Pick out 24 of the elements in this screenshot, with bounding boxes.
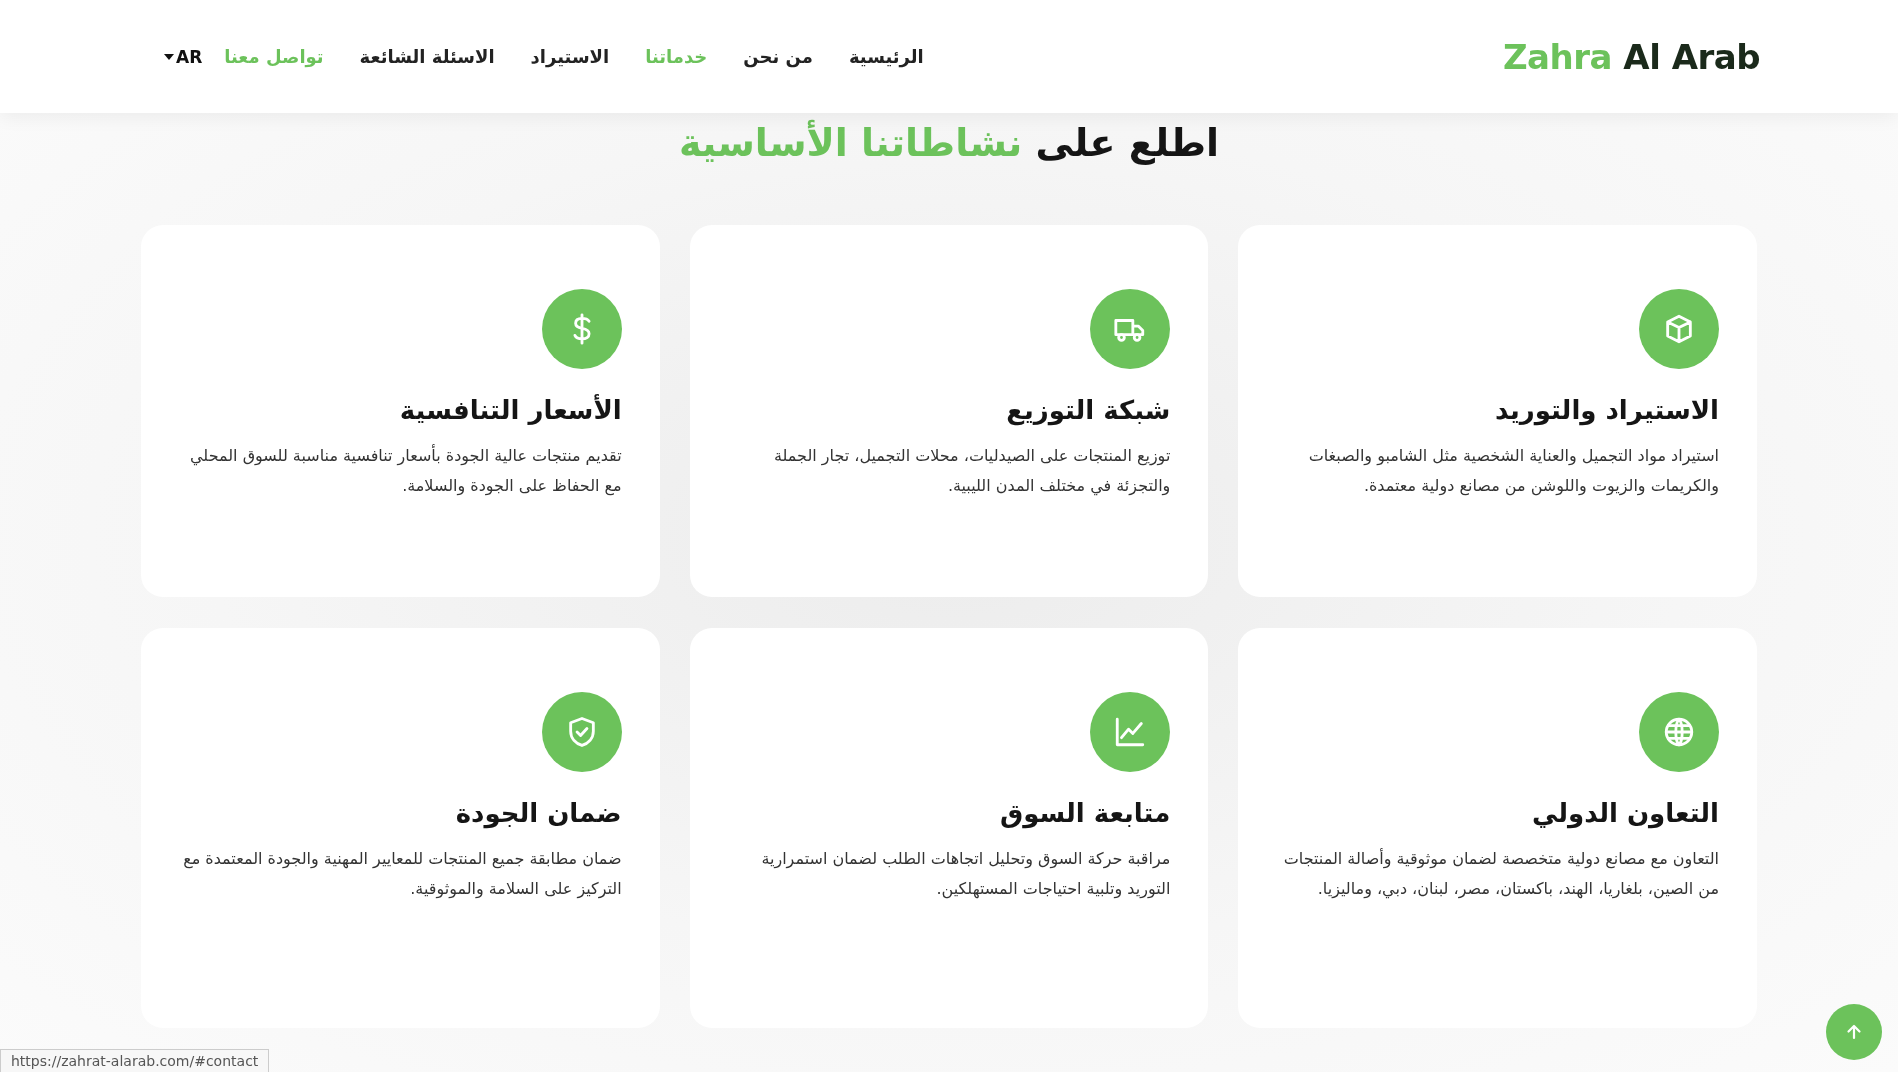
card-title: الاستيراد والتوريد	[1494, 395, 1719, 425]
card-description: ضمان مطابقة جميع المنتجات للمعايير المهنية والجودة المعتمدة مع التركيز على السلامة والموثوقية.	[182, 848, 622, 901]
card-title: ضمان الجودة	[455, 798, 622, 828]
card-title: متابعة السوق	[999, 798, 1171, 828]
nav-link[interactable]: الاسئلة الشائعة	[359, 46, 495, 67]
globe-icon	[1662, 715, 1696, 749]
card-title: شبكة التوزيع	[1006, 395, 1171, 425]
card-title: التعاون الدولي	[1531, 798, 1719, 828]
logo[interactable]: Zahra Al Arab	[1502, 36, 1760, 77]
nav-link[interactable]: الاستيراد	[530, 46, 610, 67]
arrow-up-icon	[1844, 1022, 1864, 1042]
caret-icon	[164, 53, 174, 60]
nav-link[interactable]: من نحن	[743, 46, 813, 67]
nav-link[interactable]: الرئيسية	[848, 46, 924, 67]
section-title: اطلع على نشاطاتنا الأساسية	[677, 121, 1221, 165]
card-description: التعاون مع مصانع دولية متخصصة لضمان موثوقية وأصالة المنتجات من الصين، بلغاريا، الهند، باكستان، مصر، لبنان، دبي، وماليزيا.	[1282, 847, 1719, 901]
card-title: الأسعار التنافسية	[399, 395, 622, 425]
status-bar-url: https://zahrat-alarab.com/#contact	[0, 1049, 270, 1072]
card-description: تقديم منتجات عالية الجودة بأسعار تنافسية مناسبة للسوق المحلي مع الحفاظ على الجودة والسلامة.	[189, 443, 622, 498]
language-dropdown[interactable]: AR	[164, 46, 203, 67]
card-description: توزيع المنتجات على الصيدليات، محلات التجميل، تجار الجملة والتجزئة في مختلف المدن الليبية.	[772, 445, 1171, 498]
card-description: مراقبة حركة السوق وتحليل اتجاهات الطلب لضمان استمرارية التوريد وتلبية احتياجات المستهلكين.	[760, 848, 1171, 901]
scroll-top-button[interactable]	[1826, 1004, 1882, 1060]
card-description: استيراد مواد التجميل والعناية الشخصية مثل الشامبو والصبغات والكريمات والزيوت واللوشن من مصانع دولية معتمدة.	[1307, 445, 1719, 498]
